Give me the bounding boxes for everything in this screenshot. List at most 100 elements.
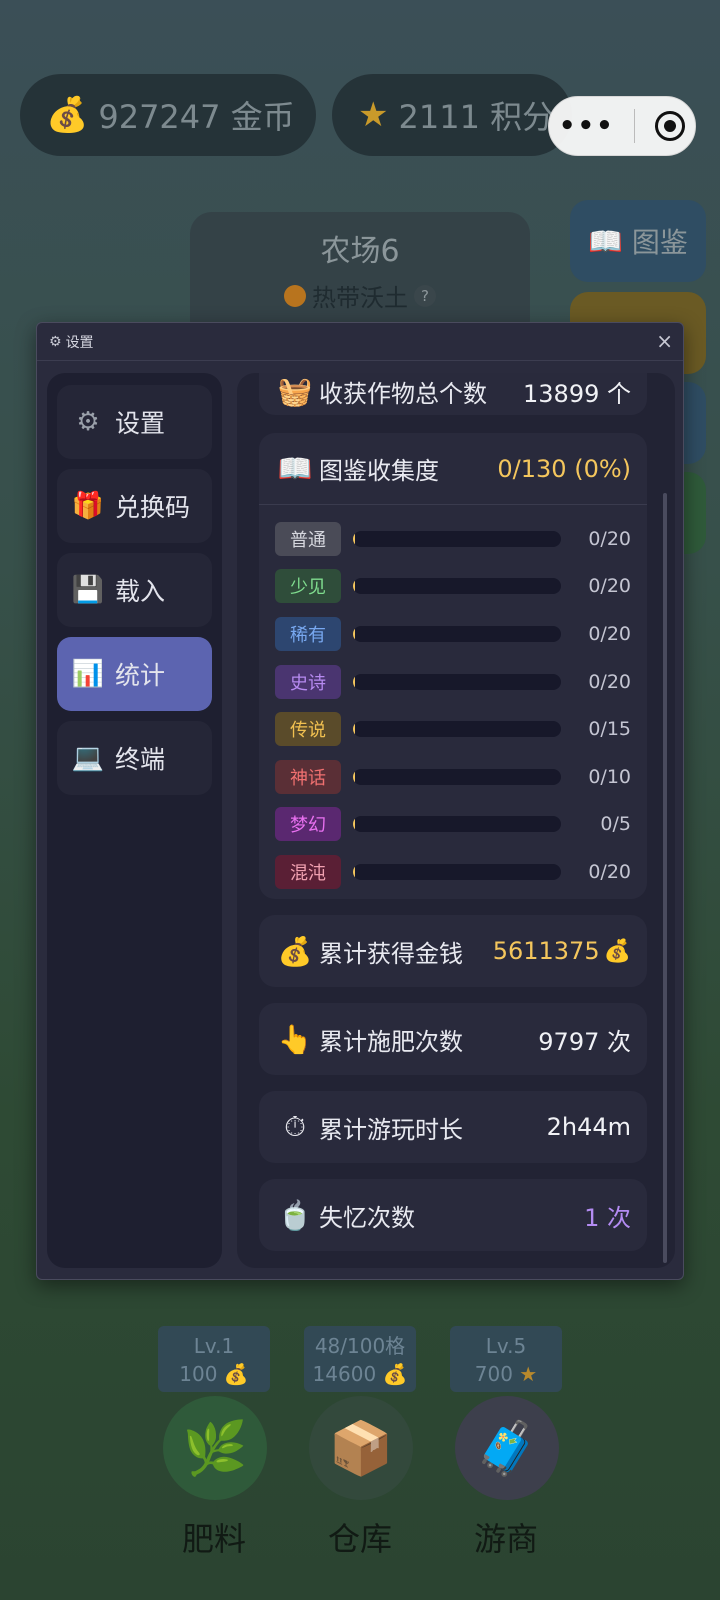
money-bag-icon: 💰 bbox=[382, 1362, 408, 1386]
rarity-progress-bar bbox=[353, 673, 561, 690]
stats-panel[interactable]: 🧺 收获作物总个数 13899 个 📖 图鉴收集度 0/130 (0%) 普通 0… bbox=[237, 373, 675, 1268]
stat-playtime: ⏱ 累计游玩时长 2h44m bbox=[259, 1091, 647, 1163]
fertilizer-upgrade[interactable]: Lv.1 100 💰 bbox=[158, 1326, 270, 1392]
rarity-progress-fill bbox=[353, 578, 355, 595]
score-display: ★ 2111 积分 bbox=[332, 74, 572, 156]
rarity-row: 神话 0/10 bbox=[275, 753, 631, 801]
rarity-progress-fill bbox=[353, 530, 355, 547]
rarity-row: 混沌 0/20 bbox=[275, 848, 631, 896]
merchant-button[interactable]: 🧳 bbox=[455, 1396, 559, 1500]
money-bag-icon: 💰 bbox=[277, 934, 313, 968]
rarity-list: 普通 0/20 少见 0/20 稀有 0/20 史诗 0/20 传说 0/15 神话 0/10 梦幻 0/… bbox=[259, 505, 647, 896]
rarity-progress-fill bbox=[353, 625, 355, 642]
money-bag-icon: 💰 bbox=[603, 938, 631, 964]
gear-icon: ⚙ bbox=[76, 407, 100, 437]
atlas-side-button[interactable]: 📖 图鉴 bbox=[570, 200, 706, 282]
fertilizer-label: 肥料 bbox=[181, 1520, 246, 1558]
rarity-badge: 普通 bbox=[275, 521, 341, 556]
stat-value: 9797 次 bbox=[538, 1027, 631, 1056]
help-icon[interactable]: ? bbox=[414, 284, 436, 307]
stat-fertilize: 👆 累计施肥次数 9797 次 bbox=[259, 1003, 647, 1075]
stat-label: 累计获得金钱 bbox=[319, 939, 463, 968]
rarity-progress-fill bbox=[353, 673, 355, 690]
rarity-badge: 史诗 bbox=[275, 664, 341, 699]
upgrade-cost: 700 bbox=[474, 1362, 513, 1386]
stopwatch-icon: ⏱ bbox=[284, 1110, 306, 1143]
rarity-row: 梦幻 0/5 bbox=[275, 801, 631, 849]
upgrade-level: Lv.1 bbox=[193, 1334, 235, 1358]
rarity-badge: 梦幻 bbox=[275, 807, 341, 842]
settings-sidebar: ⚙ 设置 🎁 兑换码 💾 载入 📊 统计 💻 终端 bbox=[47, 373, 222, 1268]
coins-text: 927247 金币 bbox=[98, 98, 295, 136]
nav-item-label: 设置 bbox=[115, 409, 166, 438]
pointing-hand-icon: 👆 bbox=[277, 1022, 313, 1056]
soil-name: 热带沃土 bbox=[312, 284, 408, 312]
nav-item-label: 终端 bbox=[115, 745, 166, 774]
stat-label: 图鉴收集度 bbox=[319, 457, 439, 485]
tea-bowl-icon: 🍵 bbox=[277, 1198, 313, 1232]
capsule-divider bbox=[634, 109, 636, 143]
nav-item-label: 兑换码 bbox=[115, 493, 191, 522]
rarity-badge: 传说 bbox=[275, 712, 341, 747]
money-bag-icon: 💰 bbox=[223, 1362, 249, 1386]
close-icon[interactable]: × bbox=[656, 329, 673, 353]
floppy-disk-icon: 💾 bbox=[71, 575, 105, 605]
nav-item-settings[interactable]: ⚙ 设置 bbox=[57, 385, 212, 459]
rarity-row: 稀有 0/20 bbox=[275, 610, 631, 658]
rarity-row: 少见 0/20 bbox=[275, 563, 631, 611]
money-bag-icon: 💰 bbox=[46, 95, 89, 135]
scrollbar-track[interactable] bbox=[663, 493, 667, 1263]
nav-item-stats[interactable]: 📊 统计 bbox=[57, 637, 212, 711]
nav-item-label: 载入 bbox=[115, 577, 166, 606]
stat-money: 💰 累计获得金钱 5611375 💰 bbox=[259, 915, 647, 987]
upgrade-level: Lv.5 bbox=[485, 1334, 527, 1358]
bar-chart-icon: 📊 bbox=[71, 659, 105, 689]
star-icon: ★ bbox=[358, 95, 389, 135]
branch-icon: 🌿 bbox=[182, 1418, 248, 1479]
merchant-upgrade[interactable]: Lv.5 700 ★ bbox=[450, 1326, 562, 1392]
upgrade-cost: 14600 bbox=[312, 1362, 377, 1386]
merchant-label: 游商 bbox=[473, 1520, 538, 1558]
stat-atlas-collection: 📖 图鉴收集度 0/130 (0%) 普通 0/20 少见 0/20 稀有 0/20 史诗 0… bbox=[259, 433, 647, 899]
star-icon: ★ bbox=[519, 1362, 538, 1386]
box-icon: 📦 bbox=[328, 1418, 394, 1479]
stat-label: 累计施肥次数 bbox=[319, 1027, 463, 1056]
warehouse-button[interactable]: 📦 bbox=[309, 1396, 413, 1500]
rarity-badge: 少见 bbox=[275, 569, 341, 604]
stat-value: 0/130 (0%) bbox=[497, 454, 631, 483]
upgrade-cost: 100 bbox=[179, 1362, 218, 1386]
atlas-header: 📖 图鉴收集度 0/130 (0%) bbox=[259, 433, 647, 505]
warehouse-upgrade[interactable]: 48/100格 14600 💰 bbox=[304, 1326, 416, 1392]
rarity-progress-bar bbox=[353, 768, 561, 785]
fertilizer-button[interactable]: 🌿 bbox=[163, 1396, 267, 1500]
atlas-side-label: 图鉴 bbox=[631, 226, 688, 259]
rarity-row: 普通 0/20 bbox=[275, 515, 631, 563]
nav-item-load[interactable]: 💾 载入 bbox=[57, 553, 212, 627]
stat-label: 收获作物总个数 bbox=[319, 379, 487, 408]
dialog-titlebar: ⚙ 设置 bbox=[37, 323, 683, 361]
rarity-progress-bar bbox=[353, 578, 561, 595]
rarity-count: 0/20 bbox=[588, 527, 631, 550]
rarity-badge: 神话 bbox=[275, 759, 341, 794]
stat-label: 累计游玩时长 bbox=[319, 1115, 463, 1144]
stat-value: 13899 个 bbox=[523, 379, 631, 408]
stat-amnesia: 🍵 失忆次数 1 次 bbox=[259, 1179, 647, 1251]
rarity-progress-bar bbox=[353, 530, 561, 547]
rarity-badge: 稀有 bbox=[275, 616, 341, 651]
suitcase-icon: 🧳 bbox=[474, 1418, 540, 1479]
score-text: 2111 积分 bbox=[398, 98, 555, 136]
soil-type: 热带沃土 ? bbox=[190, 278, 530, 313]
soil-dot-icon bbox=[284, 284, 306, 307]
rarity-progress-bar bbox=[353, 721, 561, 738]
close-miniprogram-icon[interactable] bbox=[655, 111, 686, 141]
rarity-count: 0/20 bbox=[588, 860, 631, 883]
rarity-progress-fill bbox=[353, 863, 355, 880]
nav-item-redeem[interactable]: 🎁 兑换码 bbox=[57, 469, 212, 543]
more-options-icon[interactable]: ••• bbox=[559, 111, 615, 141]
nav-item-terminal[interactable]: 💻 终端 bbox=[57, 721, 212, 795]
nav-item-label: 统计 bbox=[115, 661, 166, 690]
stat-label: 失忆次数 bbox=[319, 1203, 415, 1232]
rarity-progress-bar bbox=[353, 816, 561, 833]
rarity-progress-bar bbox=[353, 863, 561, 880]
rarity-progress-fill bbox=[353, 721, 355, 738]
